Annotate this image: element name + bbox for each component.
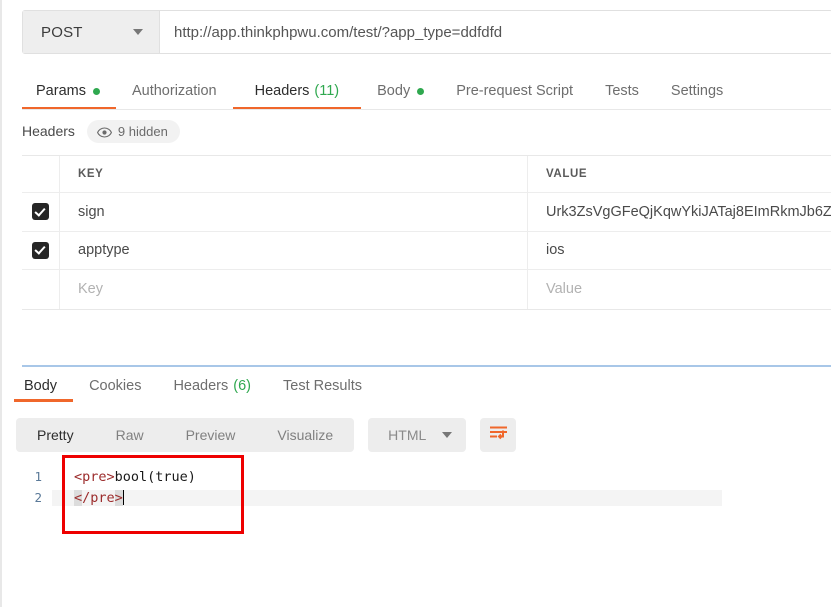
view-mode-raw-label: Raw [115, 427, 144, 443]
tab-settings-label: Settings [670, 83, 724, 99]
response-body-code-editor[interactable]: 1 <pre>bool(true) 2 </pre> [22, 466, 722, 508]
tab-authorization[interactable]: Authorization [116, 72, 233, 110]
response-tab-cookies[interactable]: Cookies [73, 370, 157, 402]
column-header-value: VALUE [546, 168, 588, 180]
tab-params-label: Params [36, 83, 86, 99]
http-method-select[interactable]: POST [23, 11, 160, 53]
tab-headers[interactable]: Headers (11) [232, 72, 362, 110]
params-modified-dot-icon [92, 87, 100, 95]
view-mode-preview[interactable]: Preview [165, 418, 257, 452]
chevron-down-icon [133, 29, 143, 35]
view-mode-raw[interactable]: Raw [95, 418, 165, 452]
tab-tests[interactable]: Tests [589, 72, 655, 110]
code-close-tag-name: /pre [82, 489, 115, 506]
response-tab-test-results-label: Test Results [283, 378, 362, 394]
response-tab-body[interactable]: Body [14, 370, 74, 402]
response-view-toolbar: Pretty Raw Preview Visualize HTML [16, 418, 517, 452]
row-value-text: ios [546, 242, 565, 259]
header-cell-checkbox [22, 156, 60, 192]
hidden-headers-toggle[interactable]: 9 hidden [86, 119, 180, 143]
table-row[interactable]: sign Urk3ZsVgGFeQjKqwYkiJATaj8EImRkmJb6Z… [22, 193, 831, 232]
row-key-input[interactable]: sign [60, 193, 528, 231]
tab-body[interactable]: Body [361, 72, 440, 110]
headers-table: KEY VALUE sign Urk3ZsVgGFeQjKqwYkiJATaj8… [22, 155, 831, 310]
response-tab-body-label: Body [24, 378, 58, 394]
tab-headers-label: Headers [254, 83, 310, 99]
table-new-row[interactable]: Key Value [22, 270, 831, 309]
tab-params[interactable]: Params [22, 72, 116, 110]
response-format-label: HTML [388, 427, 427, 443]
bracket-match-close: > [114, 489, 123, 506]
view-mode-visualize[interactable]: Visualize [256, 418, 354, 452]
eye-icon [96, 126, 112, 138]
word-wrap-button[interactable] [480, 418, 517, 452]
body-modified-dot-icon [417, 87, 425, 95]
url-bar: POST http://app.thinkphpwu.com/test/?app… [22, 10, 831, 54]
response-tab-bar: Body Cookies Headers (6) Test Results [14, 370, 378, 402]
response-tab-headers-count: (6) [233, 378, 251, 394]
request-tabs-divider [22, 109, 831, 110]
word-wrap-icon [489, 425, 508, 446]
hidden-headers-label: 9 hidden [117, 123, 168, 139]
pane-resize-handle[interactable] [22, 365, 831, 367]
new-row-key-placeholder: Key [78, 281, 103, 298]
tab-settings[interactable]: Settings [655, 72, 739, 110]
response-tab-headers-label: Headers [173, 378, 229, 394]
code-line-content: <pre>bool(true) [52, 469, 722, 485]
code-line: 2 </pre> [22, 487, 722, 508]
headers-section-title: Headers [22, 123, 75, 139]
request-tab-bar: Params Authorization Headers (11) Body P… [22, 72, 831, 110]
response-tab-cookies-label: Cookies [89, 378, 142, 394]
row-enable-checkbox-cell [22, 193, 60, 231]
line-number: 2 [34, 490, 42, 505]
bracket-match-open: < [74, 489, 83, 506]
tab-pre-request-script-label: Pre-request Script [456, 83, 574, 99]
code-text-value: bool(true) [114, 468, 196, 485]
tab-tests-label: Tests [605, 83, 639, 99]
tab-pre-request-script[interactable]: Pre-request Script [440, 72, 589, 110]
column-header-key: KEY [60, 156, 528, 192]
tab-authorization-label: Authorization [131, 83, 217, 99]
new-row-value-placeholder: Value [546, 281, 583, 298]
code-line-content: </pre> [52, 489, 722, 506]
url-input[interactable]: http://app.thinkphpwu.com/test/?app_type… [160, 11, 831, 53]
view-mode-pretty-label: Pretty [37, 427, 74, 443]
response-format-select[interactable]: HTML [368, 418, 467, 452]
postman-request-response-pane: POST http://app.thinkphpwu.com/test/?app… [0, 0, 831, 607]
row-enable-checkbox-cell [22, 231, 60, 269]
line-number: 1 [34, 469, 42, 484]
text-cursor [122, 489, 125, 505]
row-enable-checkbox[interactable] [32, 203, 49, 221]
table-header-row: KEY VALUE [22, 156, 831, 193]
response-tab-headers[interactable]: Headers (6) [157, 370, 267, 402]
new-row-key-input[interactable]: Key [60, 270, 528, 309]
code-open-tag: <pre> [74, 468, 115, 485]
http-method-label: POST [41, 23, 83, 41]
view-mode-preview-label: Preview [185, 427, 236, 443]
headers-subheader: Headers 9 hidden [22, 118, 180, 144]
view-mode-pretty[interactable]: Pretty [16, 418, 95, 452]
response-tab-test-results[interactable]: Test Results [267, 370, 378, 402]
row-key-input[interactable]: apptype [60, 231, 528, 269]
url-text: http://app.thinkphpwu.com/test/?app_type… [174, 23, 503, 41]
row-enable-checkbox[interactable] [32, 241, 49, 259]
tab-body-label: Body [377, 83, 411, 99]
table-row[interactable]: apptype ios [22, 231, 831, 270]
row-key-text: apptype [78, 242, 130, 259]
row-value-input[interactable]: ios [528, 232, 831, 270]
tab-headers-count: (11) [314, 83, 340, 99]
row-key-text: sign [78, 203, 105, 220]
code-line: 1 <pre>bool(true) [22, 466, 722, 487]
row-value-text: Urk3ZsVgGFeQjKqwYkiJATaj8EImRkmJb6ZKfl [546, 203, 831, 220]
new-row-value-input[interactable]: Value [528, 270, 831, 309]
view-mode-visualize-label: Visualize [277, 427, 334, 443]
response-view-mode-group: Pretty Raw Preview Visualize [16, 418, 355, 452]
chevron-down-icon [442, 432, 453, 438]
row-value-input[interactable]: Urk3ZsVgGFeQjKqwYkiJATaj8EImRkmJb6ZKfl [528, 193, 831, 231]
new-row-checkbox-cell [22, 270, 60, 309]
